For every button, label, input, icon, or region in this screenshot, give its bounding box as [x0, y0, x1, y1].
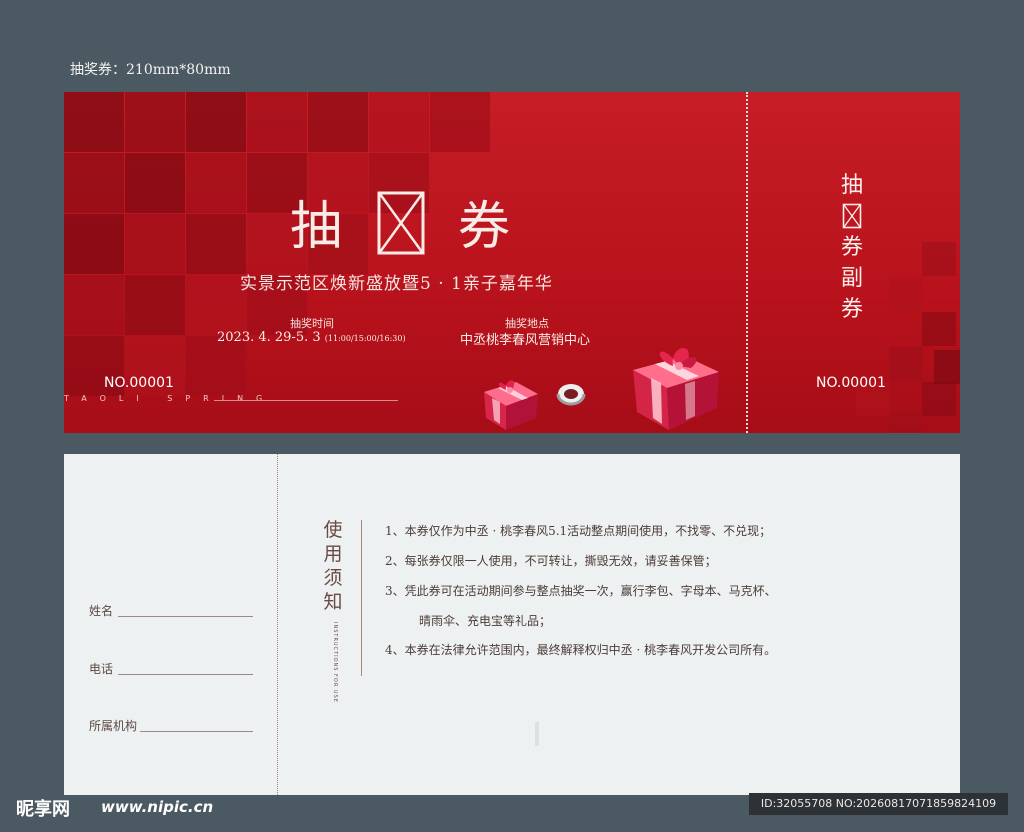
dimension-caption: 抽奖券：210mm*80mm [70, 62, 231, 78]
stub-title-char: 券 [840, 297, 863, 322]
notice-title-char: 知 [323, 591, 343, 613]
rule-item-2: 2、每张券仅限一人使用，不可转让，撕毁无效，请妥善保管； [385, 554, 717, 568]
event-subtitle: 实景示范区焕新盛放暨5 · 1亲子嘉年华 [240, 274, 553, 294]
rule-item-3: 3、凭此券可在活动期间参与整点抽奖一次，赢行李包、字母本、马克杯、 [385, 584, 777, 598]
mosaic-tile [922, 312, 956, 346]
gift-box-large-icon [633, 347, 719, 430]
draw-time-slots: (11:00/15:00/16:30) [324, 334, 406, 343]
mosaic-tile [186, 214, 246, 274]
mosaic-tile [186, 92, 246, 152]
ticket-front: 抽 券 实景示范区焕新盛放暨5 · 1亲子嘉年华 抽奖时间 2023. 4. 2… [64, 92, 960, 433]
phone-field-label: 电话 [89, 662, 114, 676]
back-perforation-line [277, 454, 278, 795]
mosaic-tile [64, 275, 124, 335]
ribbon-roll-icon [556, 384, 586, 406]
rule-item-4: 4、本券在法律允许范围内，最终解释权归中丞 · 桃李春风开发公司所有。 [385, 643, 777, 657]
mosaic-tile [125, 153, 185, 213]
name-field-label: 姓名 [89, 604, 114, 618]
organization-field-label: 所属机构 [89, 719, 138, 733]
notice-title-char: 须 [323, 567, 343, 589]
mosaic-tile [889, 277, 923, 311]
mosaic-tile [125, 214, 185, 274]
ticket-back: 姓名 电话 所属机构 使 用 须 知 INSTRUCTIONS FOR USE … [64, 454, 960, 795]
stub-serial-number: NO.00001 [816, 375, 886, 391]
mosaic-tile [125, 92, 185, 152]
rule-item-3-continued: 晴雨伞、充电宝等礼品； [419, 614, 552, 628]
organization-field-line [140, 731, 253, 732]
mosaic-tile [430, 92, 490, 152]
mosaic-tile [369, 92, 429, 152]
stub-title-char: 券 [840, 235, 863, 260]
title-char: 抽 [290, 197, 377, 257]
brand-line: TAOLI SPRING [64, 394, 276, 403]
gift-box-small-icon [484, 380, 538, 430]
mosaic-tile [64, 153, 124, 213]
mosaic-tile [922, 382, 956, 416]
faint-mark [535, 722, 539, 746]
watermark-logo: 昵享网 [16, 799, 70, 820]
rule-item-1: 1、本券仅作为中丞 · 桃李春风5.1活动整点期间使用，不找零、不兑现； [385, 524, 772, 538]
stub-title-char: 抽 [840, 173, 863, 198]
serial-number: NO.00001 [104, 375, 174, 391]
mosaic-tile [64, 92, 124, 152]
notice-divider [361, 520, 362, 676]
mosaic-tile [308, 92, 368, 152]
box-glyph-icon [377, 191, 425, 255]
title-char: 券 [458, 197, 545, 257]
image-id-bar: ID:32055708 NO:20260817071859824109 [749, 793, 1008, 815]
draw-place-value: 中丞桃李春风营销中心 [460, 333, 591, 348]
stub-title-char: 副 [840, 266, 863, 291]
name-field-line [118, 616, 253, 617]
watermark-site: www.nipic.cn [101, 798, 214, 816]
notice-title-char: 使 [323, 519, 343, 541]
mosaic-tile [125, 275, 185, 335]
mosaic-tile [247, 92, 307, 152]
notice-title-char: 用 [323, 543, 343, 565]
mosaic-tile [922, 242, 956, 276]
mosaic-tile [934, 350, 960, 384]
box-glyph-icon [842, 203, 862, 229]
perforation-line [746, 92, 748, 433]
draw-time-label: 抽奖时间 [290, 317, 334, 330]
mosaic-tile [186, 153, 246, 213]
mosaic-tile [64, 214, 124, 274]
brand-rule [214, 400, 398, 401]
mosaic-tile [889, 412, 923, 433]
draw-date: 2023. 4. 29-5. 3 [217, 330, 321, 345]
notice-title: 使 用 须 知 [321, 518, 345, 614]
draw-time-value: 2023. 4. 29-5. 3 (11:00/15:00/16:30) [217, 330, 406, 345]
notice-english-title: INSTRUCTIONS FOR USE [332, 622, 338, 703]
stub-title: 抽 券 副 券 [834, 170, 870, 325]
ticket-title: 抽 券 [290, 184, 544, 259]
mosaic-tile [186, 336, 246, 396]
mosaic-tile [186, 275, 246, 335]
mosaic-tile [889, 347, 923, 381]
phone-field-line [118, 674, 253, 675]
